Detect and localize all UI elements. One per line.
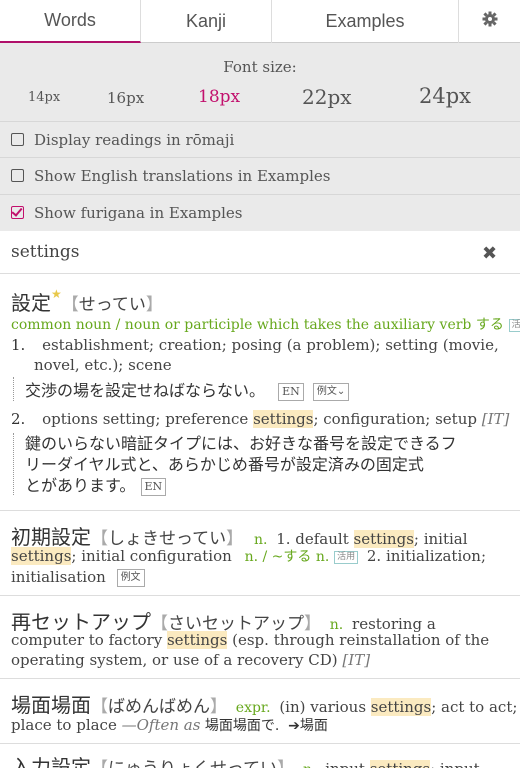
entry-reading: にゅうりょくせってい — [108, 759, 277, 768]
results-list: 設定★【せってい】 common noun / noun or particip… — [0, 274, 520, 768]
sense-text: (esp. through reinstallation of the — [227, 631, 490, 649]
sense-text: (in) various — [279, 698, 371, 716]
part-of-speech: n. — [303, 762, 316, 768]
part-of-speech: common noun / noun or participle which t… — [11, 317, 504, 333]
font-size-18[interactable]: 18px — [198, 87, 240, 107]
sense-text: ; initial configuration — [71, 547, 232, 565]
conjugation-tag[interactable]: 活用 — [334, 550, 359, 564]
en-button[interactable]: EN — [278, 382, 304, 401]
option-romaji-label: Display readings in rōmaji — [34, 130, 235, 149]
example-sentence: 鍵のいらない暗証タイプには、お好きな番号を設定できるフ — [25, 434, 457, 453]
option-furigana[interactable]: Show furigana in Examples — [0, 194, 520, 230]
usage-example: 場面場面で. — [200, 718, 280, 734]
highlight: settings — [11, 547, 72, 565]
option-romaji[interactable]: Display readings in rōmaji — [0, 121, 520, 157]
font-size-16[interactable]: 16px — [107, 89, 144, 107]
sense-text: place to place — [11, 716, 122, 734]
tab-examples[interactable]: Examples — [272, 0, 459, 43]
sense-text-cont: initialisation — [11, 568, 106, 586]
example-button[interactable]: 例文⌄ — [312, 382, 350, 401]
list-item[interactable]: 設定★【せってい】 common noun / noun or particip… — [0, 274, 520, 511]
close-icon[interactable]: ✖ — [482, 243, 497, 264]
settings-button[interactable] — [459, 0, 520, 43]
sense-text: options setting; preference — [42, 410, 254, 428]
highlight: settings — [253, 410, 314, 428]
cross-reference-link[interactable]: ➔場面 — [288, 718, 328, 734]
option-english-translations[interactable]: Show English translations in Examples — [0, 157, 520, 193]
option-english-translations-label: Show English translations in Examples — [34, 166, 331, 185]
sense-number: 2. — [11, 410, 26, 428]
search-input[interactable] — [11, 238, 451, 266]
part-of-speech: expr. — [235, 700, 271, 716]
tab-kanji[interactable]: Kanji — [141, 0, 272, 43]
sense-text: establishment; creation; posing (a probl… — [42, 336, 499, 354]
tab-words[interactable]: Words — [0, 0, 141, 43]
example-sentence-cont: リーダイヤル式と、あらかじめ番号が設定済みの固定式 — [25, 455, 424, 474]
sense-text: ; configuration; setup — [313, 410, 482, 428]
entry-word: 場面場面 — [11, 693, 91, 717]
list-item[interactable]: 再セットアップ【さいセットアップ】 n. restoring a compute… — [0, 596, 520, 679]
sense-number: 1. — [11, 336, 26, 354]
highlight: settings — [369, 760, 431, 768]
part-of-speech: n. / ~する n. — [244, 549, 330, 565]
gear-icon — [482, 11, 498, 32]
entry-reading: ばめんばめん — [108, 697, 210, 717]
entry-word: 設定 — [11, 291, 51, 315]
entry-reading: せってい — [78, 295, 146, 315]
font-size-22[interactable]: 22px — [302, 85, 352, 109]
highlight: settings — [166, 631, 228, 649]
highlight: settings — [370, 698, 432, 716]
sense-text: computer to factory — [11, 631, 167, 649]
checkbox-english-translations[interactable] — [11, 169, 24, 182]
sense-text: operating system, or use of a recovery C… — [11, 651, 343, 669]
font-size-14[interactable]: 14px — [28, 90, 60, 105]
list-item[interactable]: 入力設定【にゅうりょくせってい】 n. input settings; inpu… — [0, 744, 520, 768]
entry-word: 入力設定 — [11, 755, 91, 768]
star-icon: ★ — [51, 287, 62, 301]
font-size-24[interactable]: 24px — [419, 84, 471, 108]
sense-text: ; input — [430, 760, 480, 768]
example-button[interactable]: 例文 — [116, 569, 145, 587]
checkbox-furigana[interactable] — [11, 206, 24, 219]
font-size-label: Font size: — [223, 58, 297, 76]
option-furigana-label: Show furigana in Examples — [34, 203, 243, 222]
sense-text-cont: novel, etc.); scene — [34, 356, 172, 374]
field-tag: [IT] — [481, 410, 510, 428]
usage-note: —Often as — [121, 716, 201, 734]
tab-bar: Words Kanji Examples — [0, 0, 520, 43]
settings-panel: Font size: 14px 16px 18px 22px 24px Disp… — [0, 43, 520, 231]
search-bar: ✖ — [0, 231, 520, 274]
sense-text: 2. initialization; — [366, 547, 487, 565]
conjugation-tag[interactable]: 活用 — [508, 318, 520, 332]
chevron-down-icon: ⌄ — [336, 385, 346, 397]
example-sentence: 交渉の場を設定せねばならない。 — [25, 381, 266, 400]
sense-text: input — [325, 760, 370, 768]
list-item[interactable]: 初期設定【しょきせってい】 n. 1. default settings; in… — [0, 511, 520, 596]
example-sentence-cont: とがあります。 — [25, 476, 136, 495]
sense-text: ; act to act; — [431, 698, 518, 716]
list-item[interactable]: 場面場面【ばめんばめん】 expr. (in) various settings… — [0, 679, 520, 744]
checkbox-romaji[interactable] — [11, 133, 24, 146]
en-button[interactable]: EN — [140, 477, 167, 496]
field-tag: [IT] — [342, 651, 371, 669]
